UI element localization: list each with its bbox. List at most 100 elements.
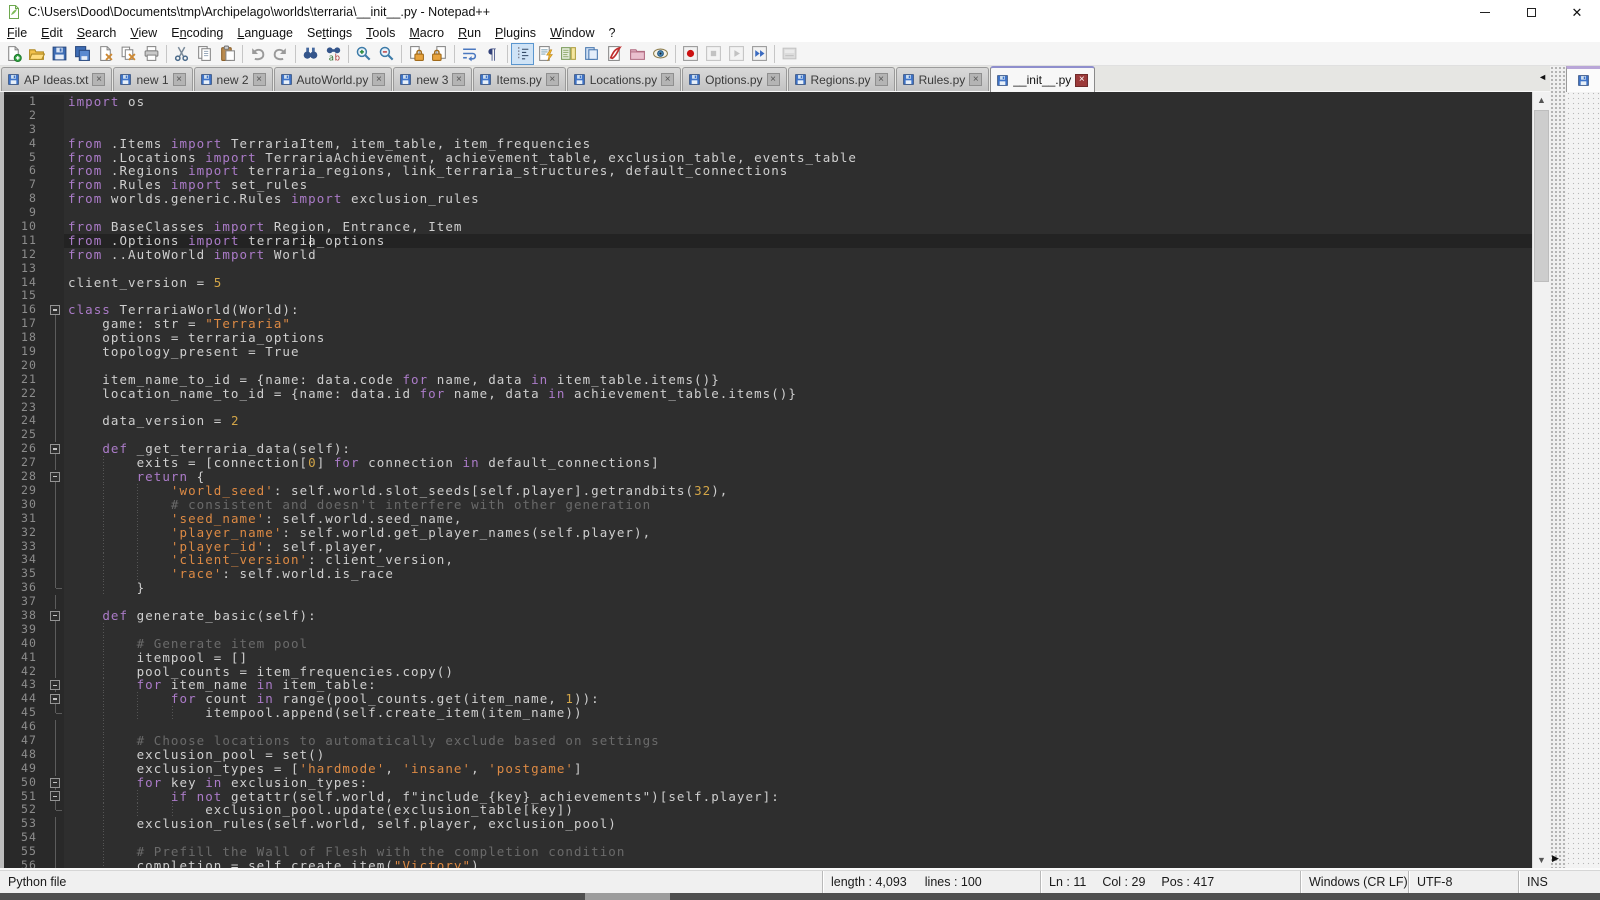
code-line[interactable]: 20 <box>4 359 1532 373</box>
code-line[interactable]: 46 <box>4 720 1532 734</box>
tab-close-icon[interactable]: × <box>1075 74 1088 87</box>
maximize-button[interactable] <box>1508 0 1554 24</box>
document-list-button[interactable] <box>580 43 603 65</box>
show-all-characters-button[interactable]: ¶ <box>481 43 504 65</box>
function-list-button[interactable] <box>534 43 557 65</box>
tab-close-icon[interactable]: × <box>253 73 266 86</box>
macro-stop-button[interactable] <box>702 43 725 65</box>
paste-button[interactable] <box>216 43 239 65</box>
code-line[interactable]: 53 exclusion_rules(self.world, self.play… <box>4 817 1532 831</box>
tab-close-icon[interactable]: × <box>875 73 888 86</box>
code-line[interactable]: 2 <box>4 109 1532 123</box>
sync-horizontal-scroll-button[interactable] <box>428 43 451 65</box>
code-line[interactable]: 56 completion = self.create_item("Victor… <box>4 859 1532 868</box>
menu-macro[interactable]: Macro <box>402 25 451 41</box>
file-edit-button[interactable] <box>603 43 626 65</box>
tab-close-icon[interactable]: × <box>969 73 982 86</box>
show-indent-guide-button[interactable] <box>511 43 534 65</box>
code-line[interactable]: 36 } <box>4 581 1532 595</box>
code-line[interactable]: 15 <box>4 289 1532 303</box>
document-map-button[interactable] <box>557 43 580 65</box>
code-line[interactable]: 1import os <box>4 95 1532 109</box>
save-file-button[interactable] <box>48 43 71 65</box>
tab-close-icon[interactable]: × <box>92 73 105 86</box>
menu-plugins[interactable]: Plugins <box>488 25 543 41</box>
monitoring-button[interactable] <box>649 43 672 65</box>
menu-search[interactable]: Search <box>70 25 124 41</box>
code-line[interactable]: 21 item_name_to_id = {name: data.code fo… <box>4 373 1532 387</box>
code-line[interactable]: 39 <box>4 623 1532 637</box>
zoom-in-button[interactable] <box>352 43 375 65</box>
tab-close-icon[interactable]: × <box>546 73 559 86</box>
close-all-button[interactable] <box>117 43 140 65</box>
tab-options-py[interactable]: Options.py× <box>682 67 786 91</box>
fold-collapse-box[interactable] <box>48 776 64 790</box>
menu-view[interactable]: View <box>123 25 164 41</box>
code-line[interactable]: 45 itempool.append(self.create_item(item… <box>4 706 1532 720</box>
menu-language[interactable]: Language <box>230 25 300 41</box>
word-wrap-button[interactable] <box>458 43 481 65</box>
close-button[interactable]: ✕ <box>1554 0 1600 24</box>
code-line[interactable]: 27 exits = [connection[0] for connection… <box>4 456 1532 470</box>
code-line[interactable]: 4from .Items import TerrariaItem, item_t… <box>4 137 1532 151</box>
tab-close-icon[interactable]: × <box>661 73 674 86</box>
code-line[interactable]: 24 data_version = 2 <box>4 414 1532 428</box>
code-line[interactable]: 31 'seed_name': self.world.seed_name, <box>4 512 1532 526</box>
fold-collapse-box[interactable] <box>48 609 64 623</box>
tab-new-2[interactable]: new 2× <box>194 67 273 91</box>
undo-button[interactable] <box>246 43 269 65</box>
tab-scroll-left-icon[interactable]: ◄ <box>1538 72 1547 82</box>
code-line[interactable]: 38 def generate_basic(self): <box>4 609 1532 623</box>
print-button[interactable] <box>140 43 163 65</box>
macro-record-button[interactable] <box>679 43 702 65</box>
fold-collapse-box[interactable] <box>48 470 64 484</box>
code-line[interactable]: 34 'client_version': client_version, <box>4 553 1532 567</box>
tab-new-3[interactable]: new 3× <box>393 67 472 91</box>
tab-autoworld-py[interactable]: AutoWorld.py× <box>274 67 393 91</box>
code-line[interactable]: 17 game: str = "Terraria" <box>4 317 1532 331</box>
fold-collapse-box[interactable] <box>48 442 64 456</box>
open-file-button[interactable] <box>25 43 48 65</box>
code-line[interactable]: 16class TerrariaWorld(World): <box>4 303 1532 317</box>
code-line[interactable]: 33 'player_id': self.player, <box>4 540 1532 554</box>
tab-regions-py[interactable]: Regions.py× <box>788 67 895 91</box>
tab-close-icon[interactable]: × <box>372 73 385 86</box>
tab-locations-py[interactable]: Locations.py× <box>567 67 681 91</box>
code-line[interactable]: 13 <box>4 262 1532 276</box>
code-line[interactable]: 49 exclusion_types = ['hardmode', 'insan… <box>4 762 1532 776</box>
new-file-button[interactable] <box>2 43 25 65</box>
save-all-button[interactable] <box>71 43 94 65</box>
code-line[interactable]: 8from worlds.generic.Rules import exclus… <box>4 192 1532 206</box>
code-line[interactable]: 6from .Regions import terraria_regions, … <box>4 164 1532 178</box>
close-file-button[interactable] <box>94 43 117 65</box>
pane-splitter[interactable]: ▶ <box>1550 66 1566 868</box>
code-line[interactable]: 41 itempool = [] <box>4 651 1532 665</box>
code-line[interactable]: 44 for count in range(pool_counts.get(it… <box>4 692 1532 706</box>
code-line[interactable]: 37 <box>4 595 1532 609</box>
code-line[interactable]: 32 'player_name': self.world.get_player_… <box>4 526 1532 540</box>
code-line[interactable]: 26 def _get_terraria_data(self): <box>4 442 1532 456</box>
fold-collapse-box[interactable] <box>48 692 64 706</box>
tab-close-icon[interactable]: × <box>452 73 465 86</box>
code-line[interactable]: 3 <box>4 123 1532 137</box>
menu-file[interactable]: File <box>0 25 34 41</box>
fold-collapse-box[interactable] <box>48 303 64 317</box>
code-line[interactable]: 11from .Options import terraria_options <box>4 234 1532 248</box>
menu-window[interactable]: Window <box>543 25 601 41</box>
macro-play-button[interactable] <box>725 43 748 65</box>
fold-collapse-box[interactable] <box>48 678 64 692</box>
tab-ap-ideas-txt[interactable]: AP Ideas.txt× <box>1 67 112 91</box>
menu-settings[interactable]: Settings <box>300 25 359 41</box>
status-encoding[interactable]: UTF-8 <box>1408 871 1518 893</box>
fold-collapse-box[interactable] <box>48 790 64 804</box>
code-line[interactable]: 29 'world_seed': self.world.slot_seeds[s… <box>4 484 1532 498</box>
code-editor[interactable]: 1import os234from .Items import Terraria… <box>4 92 1532 868</box>
folder-as-workspace-button[interactable] <box>626 43 649 65</box>
code-line[interactable]: 10from BaseClasses import Region, Entran… <box>4 220 1532 234</box>
code-line[interactable]: 18 options = terraria_options <box>4 331 1532 345</box>
code-line[interactable]: 55 # Prefill the Wall of Flesh with the … <box>4 845 1532 859</box>
code-line[interactable]: 54 <box>4 831 1532 845</box>
macro-save-button[interactable] <box>778 43 801 65</box>
code-line[interactable]: 14client_version = 5 <box>4 276 1532 290</box>
menu-tools[interactable]: Tools <box>359 25 402 41</box>
